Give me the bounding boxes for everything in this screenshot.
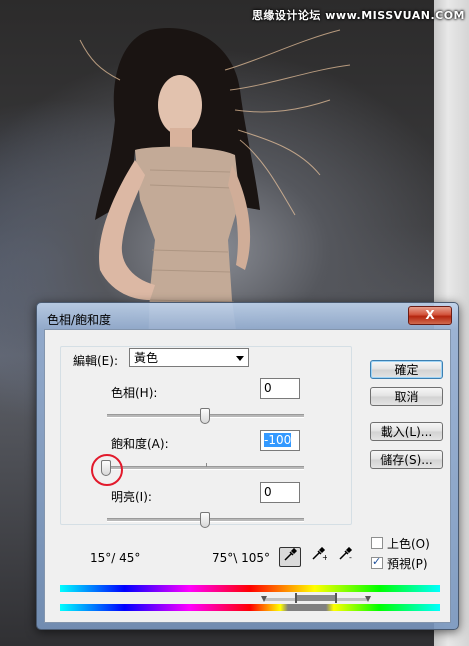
edit-select[interactable]: 黃色 bbox=[129, 348, 249, 367]
range-selector[interactable] bbox=[60, 592, 440, 604]
eyedropper-minus-icon[interactable]: - bbox=[335, 546, 357, 567]
dialog-client: 編輯(E): 黃色 色相(H): 0 飽和度(A): -100 明亮(I): 0… bbox=[44, 329, 451, 623]
chevron-down-icon bbox=[236, 356, 244, 361]
hue-saturation-dialog: 色相/飽和度 X 編輯(E): 黃色 色相(H): 0 飽和度(A): -100… bbox=[36, 302, 459, 630]
edit-label: 編輯(E): bbox=[71, 352, 120, 369]
range-right-readout: 75°\ 105° bbox=[212, 551, 271, 565]
hue-label: 色相(H): bbox=[111, 386, 158, 400]
saturation-input[interactable]: -100 bbox=[260, 430, 300, 451]
range-left-readout: 15°/ 45° bbox=[90, 551, 141, 565]
range-handle-left-inner[interactable] bbox=[295, 593, 297, 603]
range-falloff-left[interactable] bbox=[264, 598, 296, 601]
colorize-label: 上色(O) bbox=[387, 537, 430, 551]
range-core[interactable] bbox=[296, 595, 336, 601]
load-button[interactable]: 載入(L)... bbox=[370, 422, 443, 441]
cancel-button[interactable]: 取消 bbox=[370, 387, 443, 406]
edit-select-value: 黃色 bbox=[134, 351, 159, 365]
input-spectrum-bar bbox=[60, 585, 440, 592]
range-falloff-right[interactable] bbox=[336, 598, 368, 601]
ok-button[interactable]: 確定 bbox=[370, 360, 443, 379]
highlight-circle bbox=[91, 454, 123, 486]
save-button[interactable]: 儲存(S)... bbox=[370, 450, 443, 469]
hue-input[interactable]: 0 bbox=[260, 378, 300, 399]
dialog-title: 色相/飽和度 bbox=[47, 313, 112, 327]
hue-slider-thumb[interactable] bbox=[200, 408, 210, 424]
adjust-group bbox=[60, 346, 352, 525]
lightness-label: 明亮(I): bbox=[111, 490, 152, 504]
output-spectrum-bar bbox=[60, 604, 440, 611]
eyedropper-plus-icon[interactable]: + bbox=[308, 546, 330, 567]
lightness-slider-thumb[interactable] bbox=[200, 512, 210, 528]
saturation-label: 飽和度(A): bbox=[111, 437, 169, 451]
svg-text:+: + bbox=[322, 553, 327, 561]
saturation-center-tick bbox=[206, 463, 207, 467]
lightness-input[interactable]: 0 bbox=[260, 482, 300, 503]
close-button[interactable]: X bbox=[408, 306, 452, 325]
preview-checkbox[interactable] bbox=[371, 555, 383, 569]
watermark: 思缘设计论坛 www.MISSVUAN.COM bbox=[251, 9, 465, 22]
svg-text:-: - bbox=[349, 553, 352, 561]
range-handle-right-inner[interactable] bbox=[335, 593, 337, 603]
preview-label: 預視(P) bbox=[387, 557, 428, 571]
colorize-checkbox[interactable] bbox=[371, 537, 383, 549]
eyedropper-icon[interactable] bbox=[279, 547, 301, 567]
